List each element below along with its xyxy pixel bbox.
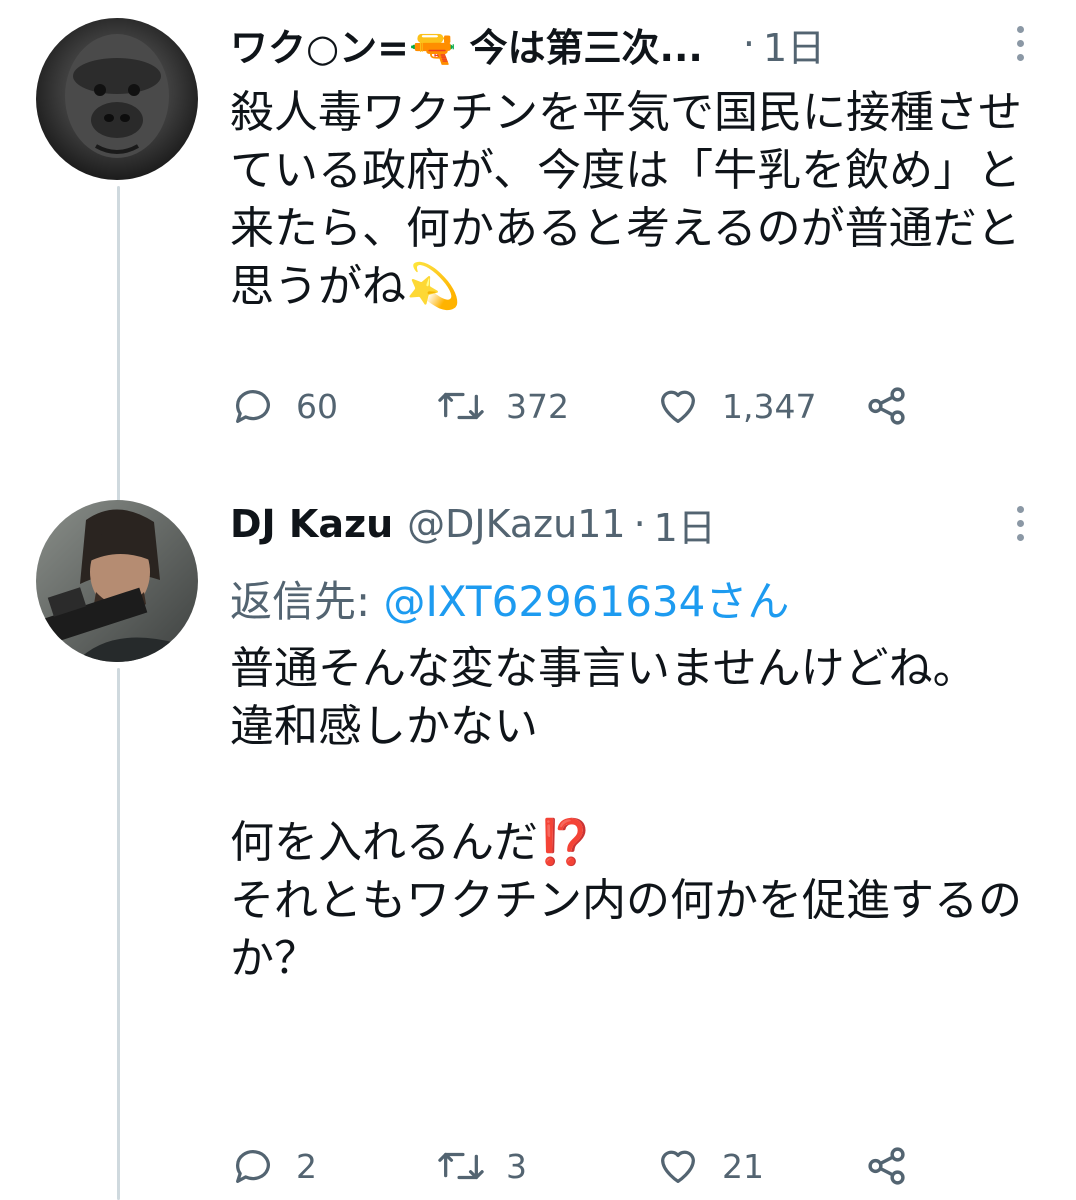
retweet-icon xyxy=(436,1143,486,1189)
like-button[interactable]: 21 xyxy=(654,1136,764,1196)
retweet-count: 3 xyxy=(506,1146,527,1186)
tweet-text: 普通そんな変な事言いませんけどね。 違和感しかない 何を入れるんだ⁉️ それとも… xyxy=(230,643,1022,984)
more-options-icon[interactable] xyxy=(1010,506,1030,541)
reply-to-line: 返信先: @IXT62961634さん xyxy=(230,568,789,629)
reply-mention-link[interactable]: @IXT62961634さん xyxy=(384,577,790,626)
reply-count: 2 xyxy=(296,1146,317,1186)
separator-dot: · xyxy=(633,502,646,546)
share-button[interactable] xyxy=(864,1136,910,1196)
retweet-button[interactable]: 3 xyxy=(436,1136,527,1196)
man-avatar-image xyxy=(36,500,198,662)
heart-icon xyxy=(654,1143,702,1189)
like-count: 21 xyxy=(722,1146,764,1186)
avatar[interactable] xyxy=(36,500,198,662)
reply-button[interactable]: 2 xyxy=(230,1136,317,1196)
reply-icon xyxy=(230,1143,276,1189)
reply-to-label: 返信先: xyxy=(230,577,384,626)
user-handle[interactable]: @DJKazu11 xyxy=(407,502,625,546)
tweet-2[interactable]: DJ Kazu @DJKazu11 · 1日 返信先: @IXT62961634… xyxy=(0,0,1076,1200)
display-name[interactable]: DJ Kazu xyxy=(230,502,393,546)
share-icon xyxy=(864,1143,910,1189)
tweet-header: DJ Kazu @DJKazu11 · 1日 xyxy=(230,494,716,554)
timestamp[interactable]: 1日 xyxy=(654,497,716,552)
tweet-actions: 2 3 21 xyxy=(230,1136,930,1196)
